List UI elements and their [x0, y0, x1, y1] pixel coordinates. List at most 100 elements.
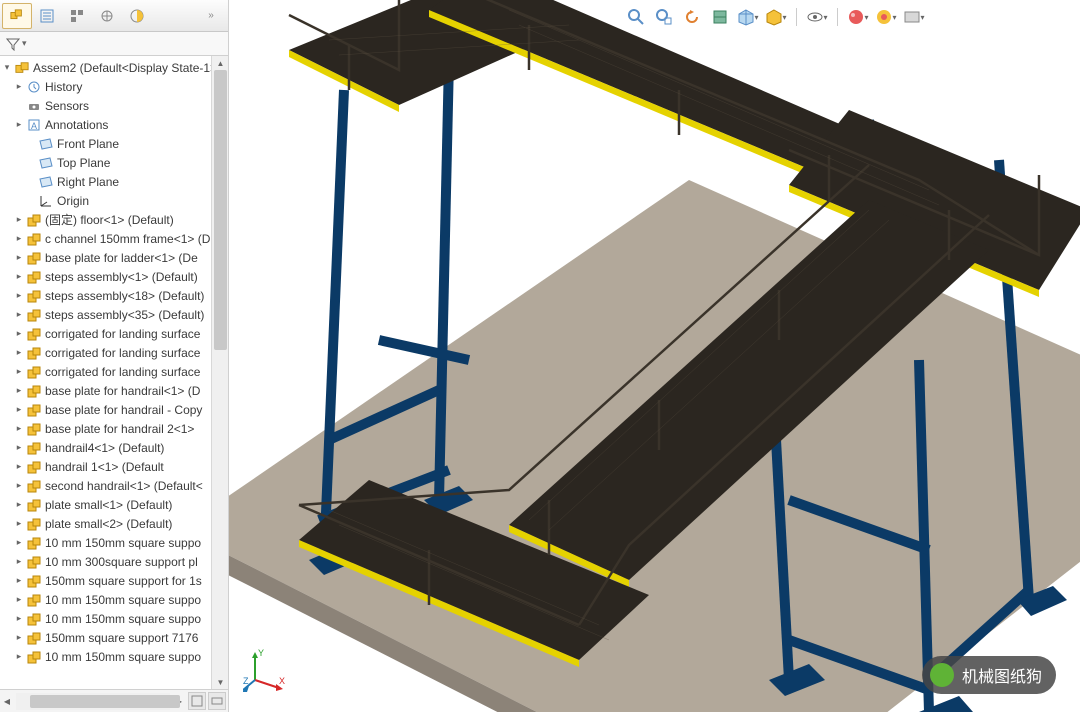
expander-icon[interactable]: ▸ [14, 120, 24, 130]
tree-item-label: History [45, 80, 82, 94]
tree-item[interactable]: ▸10 mm 150mm square suppo [0, 609, 228, 628]
apply-scene-icon[interactable]: ▾ [875, 6, 897, 28]
tree-item[interactable]: ▸corrigated for landing surface [0, 324, 228, 343]
expander-icon[interactable]: ▸ [14, 538, 24, 548]
hide-show-icon[interactable]: ▾ [806, 6, 828, 28]
tree-item[interactable]: ▸corrigated for landing surface [0, 362, 228, 381]
tree-item[interactable]: ▸base plate for ladder<1> (De [0, 248, 228, 267]
tree-item[interactable]: ▸(固定) floor<1> (Default) [0, 210, 228, 229]
expander-icon[interactable]: ▸ [14, 348, 24, 358]
tree-item[interactable]: ▸plate small<2> (Default) [0, 514, 228, 533]
configuration-manager-tab[interactable] [62, 3, 92, 29]
scroll-down-arrow[interactable]: ▼ [212, 675, 228, 689]
expander-icon[interactable]: ▸ [14, 519, 24, 529]
expander-icon[interactable]: ▸ [14, 557, 24, 567]
expander-icon[interactable] [26, 196, 36, 206]
graphics-viewport[interactable]: ▾ ▾ ▾ ▾ ▾ ▾ Y X Z 机械图纸狗 [229, 0, 1080, 712]
tree-item[interactable]: Front Plane [0, 134, 228, 153]
tree-item[interactable]: ▸10 mm 150mm square suppo [0, 647, 228, 666]
edit-appearance-icon[interactable]: ▾ [847, 6, 869, 28]
expander-icon[interactable]: ▸ [14, 329, 24, 339]
expander-icon[interactable]: ▸ [14, 576, 24, 586]
expander-icon[interactable] [26, 139, 36, 149]
expander-icon[interactable]: ▸ [14, 481, 24, 491]
motion-study-tab[interactable] [208, 692, 226, 710]
expander-icon[interactable]: ▸ [14, 424, 24, 434]
tree-item[interactable]: ▸c channel 150mm frame<1> (D [0, 229, 228, 248]
scroll-up-arrow[interactable]: ▲ [212, 56, 228, 70]
model-canvas[interactable] [229, 0, 1080, 712]
tree-item-label: 10 mm 150mm square suppo [45, 536, 201, 550]
tree-item[interactable]: ▸steps assembly<18> (Default) [0, 286, 228, 305]
tree-item[interactable]: Top Plane [0, 153, 228, 172]
filter-dropdown-arrow[interactable]: ▾ [22, 38, 27, 49]
tree-horizontal-scrollbar[interactable] [16, 693, 170, 710]
expander-icon[interactable]: ▸ [14, 215, 24, 225]
expander-icon[interactable] [14, 101, 24, 111]
feature-tree[interactable]: ▾ Assem2 (Default<Display State-1>) ▸ His… [0, 56, 228, 689]
tree-item-label: Origin [57, 194, 89, 208]
tree-vertical-scrollbar[interactable]: ▲ ▼ [211, 56, 228, 689]
tree-item[interactable]: ▸base plate for handrail<1> (D [0, 381, 228, 400]
tree-item[interactable]: Right Plane [0, 172, 228, 191]
tree-item[interactable]: Origin [0, 191, 228, 210]
previous-view-icon[interactable] [681, 6, 703, 28]
tree-item[interactable]: ▸150mm square support 7176 [0, 628, 228, 647]
tree-item[interactable]: ▸ 10 mm 150mm square suppo [0, 533, 228, 552]
zoom-area-icon[interactable] [653, 6, 675, 28]
expander-icon[interactable]: ▸ [14, 253, 24, 263]
scroll-thumb-h[interactable] [30, 695, 180, 708]
tree-item[interactable]: ▸base plate for handrail 2<1> [0, 419, 228, 438]
expander-icon[interactable]: ▸ [14, 367, 24, 377]
tree-item[interactable]: ▸10 mm 300square support pl [0, 552, 228, 571]
display-manager-tab[interactable] [122, 3, 152, 29]
zoom-to-fit-icon[interactable] [625, 6, 647, 28]
tree-item[interactable]: ▸steps assembly<35> (Default) [0, 305, 228, 324]
property-manager-tab[interactable] [32, 3, 62, 29]
section-view-icon[interactable] [709, 6, 731, 28]
tree-item[interactable]: ▸handrail4<1> (Default) [0, 438, 228, 457]
expander-icon[interactable]: ▸ [14, 310, 24, 320]
expander-icon[interactable]: ▸ [14, 614, 24, 624]
display-style-icon[interactable]: ▾ [765, 6, 787, 28]
tree-item[interactable]: ▸steps assembly<1> (Default) [0, 267, 228, 286]
reference-triad[interactable]: Y X Z [243, 648, 287, 692]
tree-item[interactable]: ▸plate small<1> (Default) [0, 495, 228, 514]
expander-icon[interactable]: ▸ [14, 633, 24, 643]
manager-tab-bar: » [0, 0, 228, 32]
expander-icon[interactable]: ▸ [14, 234, 24, 244]
dimxpert-manager-tab[interactable] [92, 3, 122, 29]
tree-item[interactable]: ▸ History [0, 77, 228, 96]
expander-icon[interactable]: ▸ [14, 386, 24, 396]
panel-split-button[interactable]: » [196, 3, 226, 29]
tree-item[interactable]: ▸second handrail<1> (Default< [0, 476, 228, 495]
expander-icon[interactable]: ▾ [2, 63, 12, 73]
tree-item[interactable]: ▸10 mm 150mm square suppo [0, 590, 228, 609]
expander-icon[interactable]: ▸ [14, 443, 24, 453]
expander-icon[interactable] [26, 158, 36, 168]
expander-icon[interactable]: ▸ [14, 652, 24, 662]
part-icon [26, 307, 42, 323]
tree-item[interactable]: Sensors [0, 96, 228, 115]
expander-icon[interactable]: ▸ [14, 272, 24, 282]
model-tab[interactable] [188, 692, 206, 710]
expander-icon[interactable]: ▸ [14, 595, 24, 605]
expander-icon[interactable]: ▸ [14, 462, 24, 472]
feature-manager-tab[interactable] [2, 3, 32, 29]
expander-icon[interactable]: ▸ [14, 82, 24, 92]
expander-icon[interactable]: ▸ [14, 291, 24, 301]
expander-icon[interactable]: ▸ [14, 405, 24, 415]
expander-icon[interactable] [26, 177, 36, 187]
expander-icon[interactable]: ▸ [14, 500, 24, 510]
filter-icon[interactable] [6, 37, 20, 51]
scroll-thumb[interactable] [214, 70, 227, 350]
view-orientation-icon[interactable]: ▾ [737, 6, 759, 28]
tree-item[interactable]: ▸150mm square support for 1s [0, 571, 228, 590]
tree-item[interactable]: ▸base plate for handrail - Copy [0, 400, 228, 419]
tree-item[interactable]: ▸handrail 1<1> (Default [0, 457, 228, 476]
scroll-left-arrow[interactable]: ◀ [0, 694, 14, 708]
tree-root[interactable]: ▾ Assem2 (Default<Display State-1>) [0, 58, 228, 77]
tree-item[interactable]: ▸AAnnotations [0, 115, 228, 134]
view-settings-icon[interactable]: ▾ [903, 6, 925, 28]
tree-item[interactable]: ▸corrigated for landing surface [0, 343, 228, 362]
